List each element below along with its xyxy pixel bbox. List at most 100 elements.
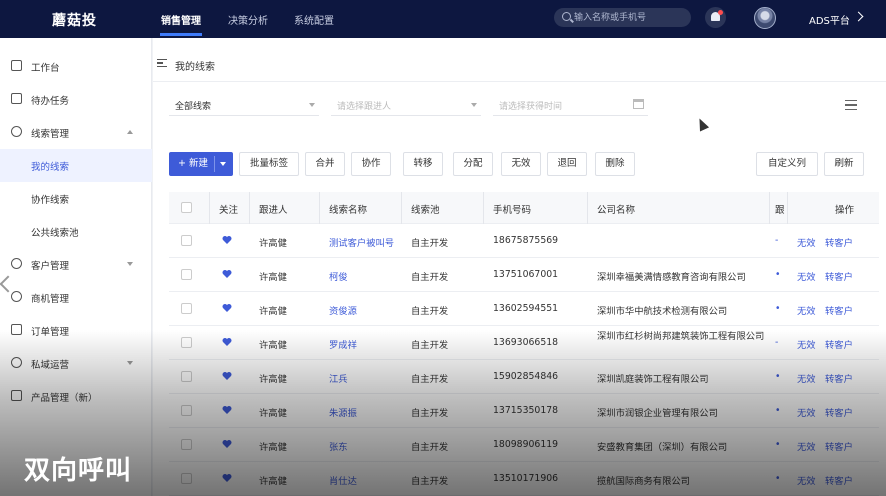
delete-button[interactable]: 删除 [595, 152, 635, 176]
column-divider [319, 192, 320, 224]
menu-fold-icon[interactable] [157, 59, 167, 67]
convert-customer-link[interactable]: 转客户 [825, 337, 853, 351]
collaborate-button[interactable]: 协作 [351, 152, 391, 176]
sidebar-item-tasks[interactable]: 待办任务 [0, 83, 152, 116]
phone-cell: 13715350178 [493, 405, 559, 416]
invalid-button[interactable]: 无效 [501, 152, 541, 176]
chevron-right-icon[interactable] [853, 11, 864, 22]
convert-customer-link[interactable]: 转客户 [825, 269, 853, 283]
follower-cell: 许高健 [259, 374, 287, 385]
sidebar-item-customers[interactable]: 客户管理 [0, 248, 152, 281]
scope-select[interactable]: 全部线索 [169, 94, 319, 116]
time-range-picker[interactable]: 请选择获得时间 [493, 94, 648, 116]
assign-button[interactable]: 分配 [453, 152, 493, 176]
sidebar-item-products[interactable]: 产品管理（新） [0, 380, 152, 413]
tab-sales[interactable]: 销售管理 [161, 12, 201, 27]
column-header[interactable]: 跟进人 [259, 202, 288, 216]
table-row[interactable]: 许高健 朱源振 自主开发 13715350178 深圳市润银企业管理有限公司 • 无效 转客户 [169, 394, 879, 428]
tab-analysis[interactable]: 决策分析 [228, 12, 268, 27]
invalid-action-link[interactable]: 无效 [797, 303, 816, 317]
filter-settings-icon[interactable] [845, 100, 857, 110]
convert-customer-link[interactable]: 转客户 [825, 371, 853, 385]
row-checkbox[interactable] [181, 439, 192, 450]
select-all-checkbox[interactable] [181, 202, 192, 213]
heart-icon[interactable] [222, 473, 232, 483]
platform-switch[interactable]: ADS平台 [809, 12, 850, 27]
invalid-action-link[interactable]: 无效 [797, 235, 816, 249]
column-header[interactable]: 关注 [219, 202, 238, 216]
sidebar-item-public-pool[interactable]: 公共线索池 [0, 215, 152, 248]
clue-name-link[interactable]: 资俊源 [329, 303, 357, 317]
table-row[interactable]: 许高健 肖仕达 自主开发 13510171906 揽航国际商务有限公司 • 无效 转客户 [169, 462, 879, 496]
heart-icon[interactable] [222, 303, 232, 313]
chevron-down-icon[interactable] [220, 162, 226, 166]
sidebar-item-dashboard[interactable]: 工作台 [0, 50, 152, 83]
table-row[interactable]: 许高健 资俊源 自主开发 13602594551 深圳市华中航技术检测有限公司 • 无效 转客… [169, 292, 879, 326]
clue-name-link[interactable]: 江兵 [329, 371, 348, 385]
column-header[interactable]: 跟 [775, 202, 785, 216]
new-button[interactable]: + 新建 [169, 152, 233, 176]
invalid-action-link[interactable]: 无效 [797, 439, 816, 453]
convert-customer-link[interactable]: 转客户 [825, 303, 853, 317]
clue-name-link[interactable]: 测试客户被叫号 [329, 235, 394, 249]
heart-icon[interactable] [222, 337, 232, 347]
follow-status-cell: • [775, 371, 781, 382]
row-checkbox[interactable] [181, 303, 192, 314]
batch-tag-button[interactable]: 批量标签 [239, 152, 299, 176]
chevron-down-icon [127, 361, 133, 365]
row-checkbox[interactable] [181, 337, 192, 348]
heart-icon[interactable] [222, 405, 232, 415]
refresh-button[interactable]: 刷新 [824, 152, 864, 176]
table-row[interactable]: 许高健 测试客户被叫号 自主开发 18675875569 - 无效 转客户 [169, 224, 879, 258]
clue-name-link[interactable]: 罗成祥 [329, 337, 357, 351]
heart-icon[interactable] [222, 269, 232, 279]
heart-icon[interactable] [222, 439, 232, 449]
convert-customer-link[interactable]: 转客户 [825, 439, 853, 453]
column-header[interactable]: 公司名称 [597, 202, 635, 216]
clue-name-link[interactable]: 张东 [329, 439, 348, 453]
sidebar-item-my-clues[interactable]: 我的线索 [0, 149, 152, 182]
search-input[interactable] [574, 10, 684, 25]
table-row[interactable]: 许高健 张东 自主开发 18098906119 安盛教育集团（深圳）有限公司 • 无效 转客户 [169, 428, 879, 462]
row-checkbox[interactable] [181, 405, 192, 416]
clue-name-link[interactable]: 柯俊 [329, 269, 348, 283]
convert-customer-link[interactable]: 转客户 [825, 405, 853, 419]
sidebar-item-private-domain[interactable]: 私域运营 [0, 347, 152, 380]
transfer-button[interactable]: 转移 [403, 152, 443, 176]
follower-select[interactable]: 请选择跟进人 [331, 94, 481, 116]
avatar[interactable] [754, 7, 776, 29]
table-row[interactable]: 许高健 柯俊 自主开发 13751067001 深圳幸福美满情感教育咨询有限公司 • 无效转… [169, 258, 879, 292]
sidebar-item-collab-clues[interactable]: 协作线索 [0, 182, 152, 215]
clue-name-link[interactable]: 朱源振 [329, 405, 357, 419]
invalid-action-link[interactable]: 无效 [797, 371, 816, 385]
sidebar-item-orders[interactable]: 订单管理 [0, 314, 152, 347]
column-header[interactable]: 线索池 [411, 202, 440, 216]
custom-columns-button[interactable]: 自定义列 [756, 152, 818, 176]
sidebar-item-opportunities[interactable]: 商机管理 [0, 281, 152, 314]
invalid-action-link[interactable]: 无效 [797, 405, 816, 419]
clue-name-link[interactable]: 肖仕达 [329, 473, 357, 487]
heart-icon[interactable] [222, 235, 232, 245]
table-row[interactable]: 许高健 江兵 自主开发 15902854846 深圳凯庭装饰工程有限公司 • 无效 转客户 [169, 360, 879, 394]
private-domain-icon [11, 357, 22, 368]
return-button[interactable]: 退回 [547, 152, 587, 176]
notification-button[interactable] [705, 7, 726, 28]
column-header[interactable]: 手机号码 [493, 202, 531, 216]
invalid-action-link[interactable]: 无效 [797, 473, 816, 487]
row-checkbox[interactable] [181, 235, 192, 246]
invalid-action-link[interactable]: 无效 [797, 269, 816, 283]
column-header[interactable]: 线索名称 [329, 202, 367, 216]
row-checkbox[interactable] [181, 371, 192, 382]
product-icon [11, 390, 22, 401]
global-search[interactable] [554, 8, 691, 27]
convert-customer-link[interactable]: 转客户 [825, 473, 853, 487]
sidebar-item-clues[interactable]: 线索管理 [0, 116, 152, 149]
invalid-action-link[interactable]: 无效 [797, 337, 816, 351]
row-checkbox[interactable] [181, 473, 192, 484]
merge-button[interactable]: 合并 [305, 152, 345, 176]
row-checkbox[interactable] [181, 269, 192, 280]
tab-settings[interactable]: 系统配置 [294, 12, 334, 27]
convert-customer-link[interactable]: 转客户 [825, 235, 853, 249]
heart-icon[interactable] [222, 371, 232, 381]
table-row[interactable]: 许高健 罗成祥 自主开发 13693066518 深圳市红杉树尚邦建筑装饰工程有限公司 -… [169, 326, 879, 360]
